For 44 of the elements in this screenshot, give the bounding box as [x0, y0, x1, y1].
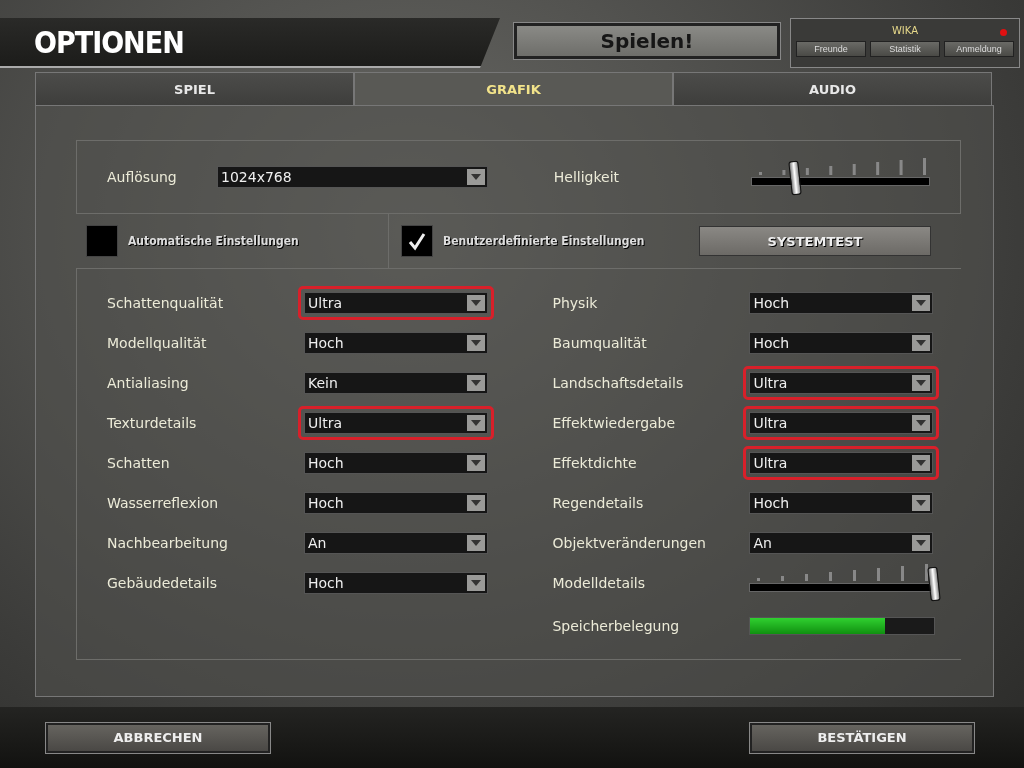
setting-label: Effektwiedergabe: [552, 415, 677, 431]
setting-label: Antialiasing: [107, 375, 190, 391]
systemtest-button[interactable]: SYSTEMTEST: [699, 226, 931, 256]
dropdown-select[interactable]: Ultra: [743, 446, 940, 480]
setting-label: Speicherbelegung: [552, 618, 681, 634]
user-menu-button[interactable]: Statistik: [870, 41, 940, 57]
confirm-button[interactable]: BESTÄTIGEN: [750, 722, 974, 753]
dropdown-select[interactable]: Ultra: [743, 406, 940, 440]
setting-label: Baumqualität: [552, 335, 648, 351]
dropdown-select[interactable]: Ultra: [743, 366, 940, 400]
checkbox-label: Benutzerdefinierte Einstellungen: [443, 234, 645, 248]
play-button[interactable]: Spielen!: [514, 23, 780, 59]
setting-label: Nachbearbeitung: [107, 535, 229, 551]
slider-thumb[interactable]: [788, 160, 802, 196]
checkbox[interactable]: [401, 225, 433, 257]
setting-label: Physik: [552, 295, 599, 311]
user-menu-button[interactable]: Anmeldung: [944, 41, 1014, 57]
user-menu-button[interactable]: Freunde: [796, 41, 866, 57]
page-title: OPTIONEN: [34, 24, 184, 60]
dropdown-select[interactable]: Ultra: [298, 286, 494, 320]
checkbox-label: Automatische Einstellungen: [128, 234, 299, 248]
setting-label: Helligkeit: [553, 169, 621, 185]
dropdown-select[interactable]: Ultra: [298, 406, 494, 440]
setting-label: Wasserreflexion: [107, 495, 220, 511]
setting-label: Auflösung: [107, 169, 178, 185]
setting-label: Regendetails: [552, 495, 645, 511]
tab[interactable]: AUDIO: [673, 72, 992, 105]
tab[interactable]: GRAFIK: [354, 72, 673, 105]
setting-label: Schattenqualität: [107, 295, 225, 311]
setting-label: Schatten: [107, 455, 171, 471]
checkbox[interactable]: [86, 225, 118, 257]
setting-label: Landschaftsdetails: [552, 375, 685, 391]
setting-label: Objektveränderungen: [552, 535, 707, 551]
slider-thumb[interactable]: [927, 566, 942, 602]
user-name: WIKA: [891, 25, 919, 36]
setting-label: Gebäudedetails: [107, 575, 218, 591]
setting-label: Effektdichte: [552, 455, 638, 471]
cancel-button[interactable]: ABBRECHEN: [46, 722, 270, 753]
setting-label: Texturdetails: [107, 415, 198, 431]
checkmark-icon: [407, 231, 427, 251]
tab[interactable]: SPIEL: [35, 72, 354, 105]
setting-label: Modelldetails: [552, 575, 647, 591]
setting-label: Modellqualität: [107, 335, 208, 351]
dropdown-select[interactable]: 1024x768: [217, 166, 488, 188]
